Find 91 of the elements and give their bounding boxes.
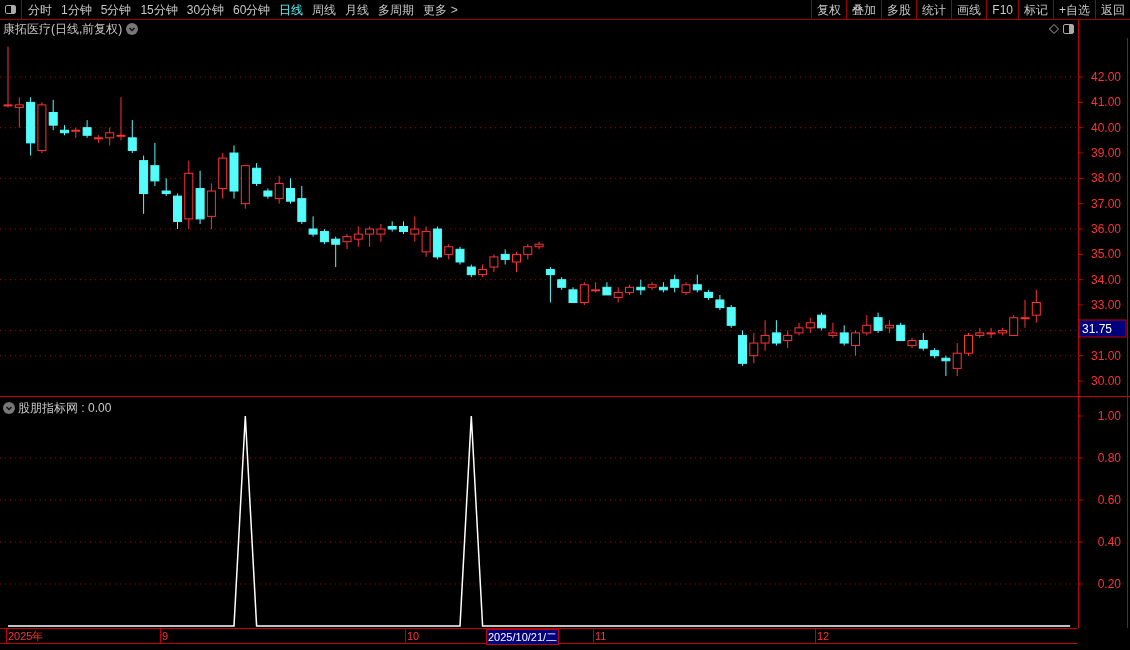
toolbar-button[interactable]: +自选 — [1053, 0, 1095, 19]
dropdown-icon[interactable] — [126, 23, 139, 35]
candlestick — [82, 119, 92, 139]
period-tab[interactable]: 分时 — [28, 0, 52, 19]
candlestick — [1031, 289, 1041, 324]
toolbar-button[interactable]: 叠加 — [846, 0, 882, 19]
candlestick — [986, 327, 996, 339]
candlestick — [512, 251, 521, 273]
toolbar-button[interactable]: 复权 — [811, 0, 847, 19]
candlestick — [952, 342, 962, 377]
period-tab[interactable]: 1分钟 — [61, 0, 92, 19]
price-axis-label: 41.00 — [1090, 95, 1121, 110]
candlestick — [3, 46, 13, 108]
candlestick — [647, 281, 657, 291]
date-axis-label: 11 — [593, 629, 607, 643]
price-axis-label: 31.00 — [1090, 348, 1121, 363]
candlestick — [1009, 314, 1019, 336]
price-axis-label: 42.00 — [1090, 70, 1121, 84]
dropdown-icon[interactable] — [3, 402, 15, 414]
candlestick — [353, 226, 363, 248]
period-tab[interactable]: 15分钟 — [140, 0, 178, 19]
candlestick — [839, 324, 849, 347]
toolbar-button[interactable]: 返回 — [1095, 0, 1130, 19]
candlestick — [308, 215, 318, 238]
candlestick — [252, 162, 262, 187]
candlestick — [421, 226, 431, 258]
period-tab[interactable]: 多周期 — [378, 0, 415, 19]
candlestick — [964, 332, 973, 357]
candlestick — [771, 319, 781, 347]
indicator-axis-label: 0.60 — [1097, 493, 1121, 507]
candlestick — [297, 185, 307, 225]
price-axis-label: 30.00 — [1090, 374, 1121, 389]
candlestick — [376, 223, 386, 243]
period-tab[interactable]: 30分钟 — [186, 0, 225, 19]
candlestick — [828, 322, 838, 339]
indicator-title: 股朋指标网 : 0.00 — [18, 400, 112, 417]
current-price-label: 31.75 — [1082, 322, 1113, 336]
toolbar-button[interactable]: 画线 — [951, 0, 987, 19]
date-axis-label: 12 — [815, 629, 830, 643]
toolbar-button[interactable]: 多股 — [881, 0, 917, 19]
price-axis-label: 34.00 — [1090, 272, 1121, 287]
candlestick — [410, 215, 420, 243]
period-tab[interactable]: 更多 > — [423, 0, 458, 19]
candlestick — [862, 314, 872, 336]
indicator-axis-label: 0.40 — [1097, 535, 1121, 549]
price-axis-label: 37.00 — [1090, 196, 1121, 211]
candlestick — [274, 175, 284, 205]
toolbar-button[interactable]: 标记 — [1018, 0, 1053, 19]
indicator-axis-label: 1.00 — [1097, 409, 1121, 423]
candlestick — [873, 312, 883, 334]
candlestick — [545, 266, 555, 304]
candlestick — [579, 281, 589, 306]
panel-toggle-icon[interactable] — [1063, 24, 1074, 34]
candlestick — [760, 319, 770, 352]
candlestick — [116, 96, 126, 141]
candlestick — [1020, 299, 1030, 329]
period-tab[interactable]: 月线 — [345, 0, 370, 19]
candlestick — [48, 99, 58, 131]
period-tab[interactable]: 周线 — [312, 0, 337, 19]
price-axis-label: 40.00 — [1090, 120, 1121, 135]
candlestick — [941, 355, 951, 377]
panel-toggle-icon[interactable] — [5, 5, 16, 14]
price-axis-label: 35.00 — [1090, 247, 1121, 262]
candlestick — [749, 332, 759, 364]
price-axis-label: 39.00 — [1090, 146, 1121, 160]
indicator-axis-label: 0.20 — [1097, 577, 1121, 591]
period-tab[interactable]: 60分钟 — [233, 0, 271, 19]
cursor-date-label: 2025/10/21/二 — [486, 629, 560, 645]
indicator-axis-label: 0.80 — [1097, 451, 1121, 465]
price-axis-label: 33.00 — [1090, 298, 1121, 313]
candlestick — [127, 119, 137, 154]
candlestick — [342, 233, 352, 250]
diamond-icon[interactable] — [1049, 24, 1059, 34]
date-axis-label: 10 — [405, 629, 420, 643]
chart-title: 康拓医疗(日线,前复权) — [3, 21, 123, 38]
candlestick — [851, 329, 860, 357]
price-axis-label: 36.00 — [1090, 222, 1121, 237]
date-axis-label: 2025年 — [6, 629, 44, 643]
price-axis-label: 38.00 — [1090, 171, 1121, 186]
toolbar-button[interactable]: F10 — [986, 0, 1018, 19]
toolbar-button[interactable]: 统计 — [916, 0, 952, 19]
candlestick — [150, 142, 160, 187]
candlestick — [331, 236, 341, 268]
candlestick — [726, 304, 736, 329]
candlestick — [14, 96, 24, 129]
candlestick — [286, 177, 295, 205]
period-tab[interactable]: 日线 — [279, 0, 304, 19]
period-tab[interactable]: 5分钟 — [100, 0, 132, 19]
date-axis-label: 9 — [160, 629, 169, 643]
candlestick — [534, 241, 544, 250]
candlestick — [365, 226, 375, 248]
